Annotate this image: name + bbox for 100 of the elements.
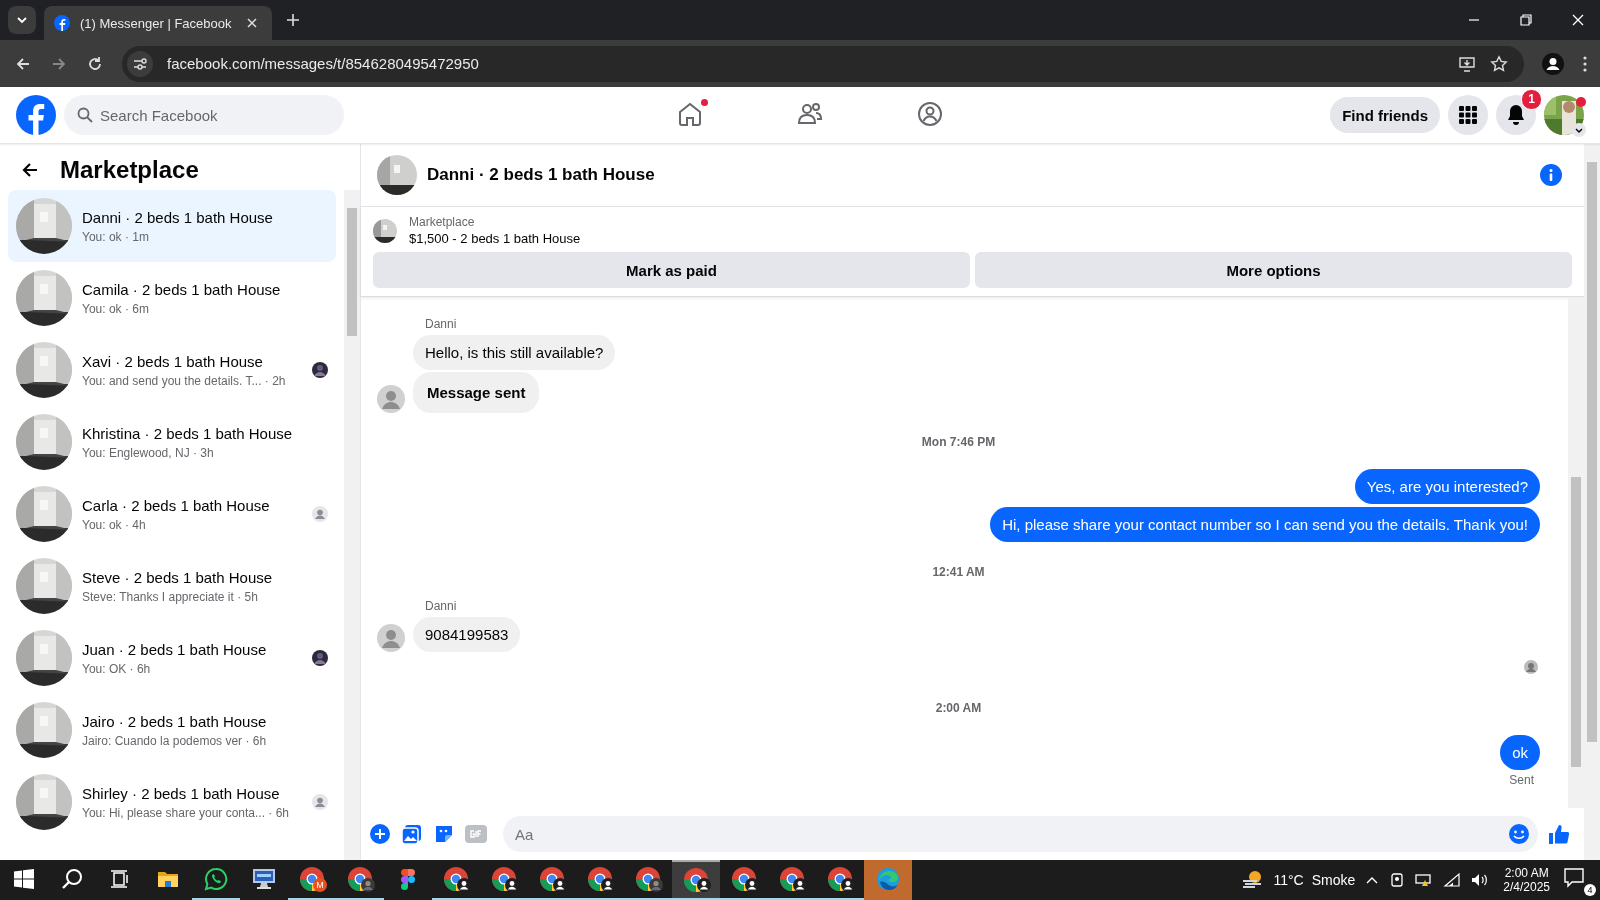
scrollbar-thumb[interactable] (1587, 162, 1597, 742)
find-friends-button[interactable]: Find friends (1330, 97, 1440, 133)
conversation-title: Khristina · 2 beds 1 bath House (82, 424, 294, 442)
url-text: facebook.com/messages/t/8546280495472950 (167, 55, 479, 72)
conversation-item[interactable]: Carla · 2 beds 1 bath House You: ok · 4h (8, 478, 336, 550)
profile-badge-icon (553, 878, 567, 892)
seen-avatar-icon (312, 506, 328, 522)
reload-icon[interactable] (86, 54, 104, 73)
scrollbar-thumb[interactable] (347, 208, 357, 336)
notifications-button[interactable] (1496, 95, 1536, 135)
close-icon[interactable] (246, 17, 258, 29)
conversation-item[interactable]: Juan · 2 beds 1 bath House You: OK · 6h (8, 622, 336, 694)
browser-tab[interactable]: (1) Messenger | Facebook (44, 6, 272, 40)
taskbar-app[interactable] (672, 860, 720, 900)
search-field[interactable]: Search Facebook (64, 95, 344, 135)
like-icon[interactable] (1548, 823, 1570, 845)
clock-date[interactable]: 2/4/2025 (1503, 880, 1550, 894)
folder-icon (157, 869, 179, 889)
home-icon (677, 100, 703, 127)
conversation-item[interactable]: Khristina · 2 beds 1 bath House You: Englewood, NJ · 3h (8, 406, 336, 478)
message-preview: Steve: Thanks I appreciate it · 5h (82, 589, 259, 604)
address-bar[interactable]: facebook.com/messages/t/8546280495472950 (122, 45, 1524, 82)
chevron-icon[interactable] (1572, 123, 1586, 137)
avatar-icon[interactable] (377, 385, 405, 413)
restore-icon[interactable] (1519, 13, 1533, 27)
conversation-item[interactable]: Danni · 2 beds 1 bath House You: ok · 1m (8, 190, 336, 262)
taskbar-app[interactable]: M (288, 860, 336, 900)
page-scrollbar[interactable] (1584, 144, 1600, 860)
listing-action-button[interactable]: More options (975, 252, 1572, 288)
photo-icon[interactable] (401, 823, 423, 845)
sender-name: Danni (425, 317, 458, 331)
message-bubble[interactable]: Hello, is this still available? (413, 335, 616, 370)
seen-avatar-icon (1524, 660, 1538, 674)
conversation-title: Juan · 2 beds 1 bath House (82, 640, 268, 658)
message-preview: You: Hi, please share your conta... · 6h (82, 805, 290, 820)
listing-action-button[interactable]: Mark as paid (373, 252, 970, 288)
profile-icon[interactable] (1542, 52, 1564, 75)
search-icon (61, 868, 83, 890)
wifi-icon[interactable] (1443, 872, 1462, 888)
profile-badge: M (313, 878, 327, 892)
tab-list-button[interactable] (8, 6, 36, 34)
notification-count: 4 (1584, 884, 1596, 896)
battery-icon[interactable] (1415, 872, 1434, 888)
chat-title: Danni · 2 beds 1 bath House (427, 165, 655, 185)
new-tab-icon[interactable] (286, 13, 300, 27)
timestamp: 2:00 AM (935, 701, 982, 715)
delivery-status: Sent (1509, 773, 1534, 787)
browser-icon (876, 867, 900, 891)
site-settings-icon[interactable] (127, 50, 153, 77)
conversation-item[interactable]: Xavi · 2 beds 1 bath House You: and send you the details. T... · 2h (8, 334, 336, 406)
chevron-icon (16, 14, 28, 26)
scrollbar[interactable] (1568, 297, 1584, 808)
clock-time[interactable]: 2:00 AM (1504, 866, 1549, 880)
menu-icon[interactable] (1582, 54, 1588, 73)
profile-badge-icon (601, 878, 615, 892)
message-bubble[interactable]: Hi, please share your contact number so I can send you the details. Thank you! (990, 507, 1540, 542)
task-view-icon (110, 869, 130, 889)
message-input[interactable]: Aa (503, 816, 1538, 852)
profile-badge-icon (649, 878, 663, 892)
profile-badge-icon (697, 878, 711, 892)
avatar-icon[interactable] (377, 624, 405, 652)
volume-icon[interactable] (1471, 872, 1490, 888)
message-bubble[interactable]: Message sent (413, 372, 540, 413)
conversation-item[interactable]: Jairo · 2 beds 1 bath House Jairo: Cuando la podemos ver · 6h (8, 694, 336, 766)
camera-icon[interactable] (1389, 872, 1406, 888)
profile-badge-icon (745, 878, 759, 892)
groups-icon (917, 100, 943, 127)
scrollbar-thumb[interactable] (1571, 477, 1581, 767)
message-bubble[interactable]: 9084199583 (413, 617, 521, 652)
monitor-icon (252, 868, 276, 890)
sender-name: Danni (425, 599, 458, 613)
temperature: 11°C (1273, 872, 1304, 888)
scrollbar[interactable] (344, 190, 360, 860)
message-bubble[interactable]: ok (1500, 735, 1540, 770)
profile-badge-icon (793, 878, 807, 892)
conversation-title: Xavi · 2 beds 1 bath House (82, 352, 264, 370)
seen-avatar-icon (312, 362, 328, 378)
install-icon[interactable] (1458, 54, 1476, 73)
seen-avatar-icon (312, 794, 328, 810)
listing-summary[interactable]: $1,500 - 2 beds 1 bath House (409, 231, 581, 246)
conversation-item[interactable]: Steve · 2 beds 1 bath House Steve: Thanks I appreciate it · 5h (8, 550, 336, 622)
sticker-icon[interactable] (433, 823, 455, 845)
friends-icon (797, 100, 823, 127)
emoji-icon[interactable] (1508, 823, 1530, 845)
facebook-logo[interactable] (16, 95, 56, 135)
message-bubble[interactable]: Yes, are you interested? (1354, 469, 1540, 504)
message-preview: You: and send you the details. T... · 2h (82, 373, 287, 388)
conversation-title: Jairo · 2 beds 1 bath House (82, 712, 268, 730)
add-icon[interactable] (369, 823, 391, 845)
info-icon[interactable] (1540, 164, 1562, 186)
notification-center-icon[interactable] (1564, 868, 1586, 888)
conversation-item[interactable]: Camila · 2 beds 1 bath House You: ok · 6m (8, 262, 336, 334)
weather-condition: Smoke (1311, 872, 1356, 888)
grid-icon (1458, 105, 1478, 125)
notification-dot (1576, 97, 1586, 107)
listing-source: Marketplace (409, 215, 476, 229)
menu-button[interactable] (1448, 95, 1488, 135)
star-icon[interactable] (1490, 54, 1508, 73)
conversation-item[interactable]: Shirley · 2 beds 1 bath House You: Hi, please share your conta... · 6h (8, 766, 336, 838)
conversation-title: Carla · 2 beds 1 bath House (82, 496, 271, 514)
